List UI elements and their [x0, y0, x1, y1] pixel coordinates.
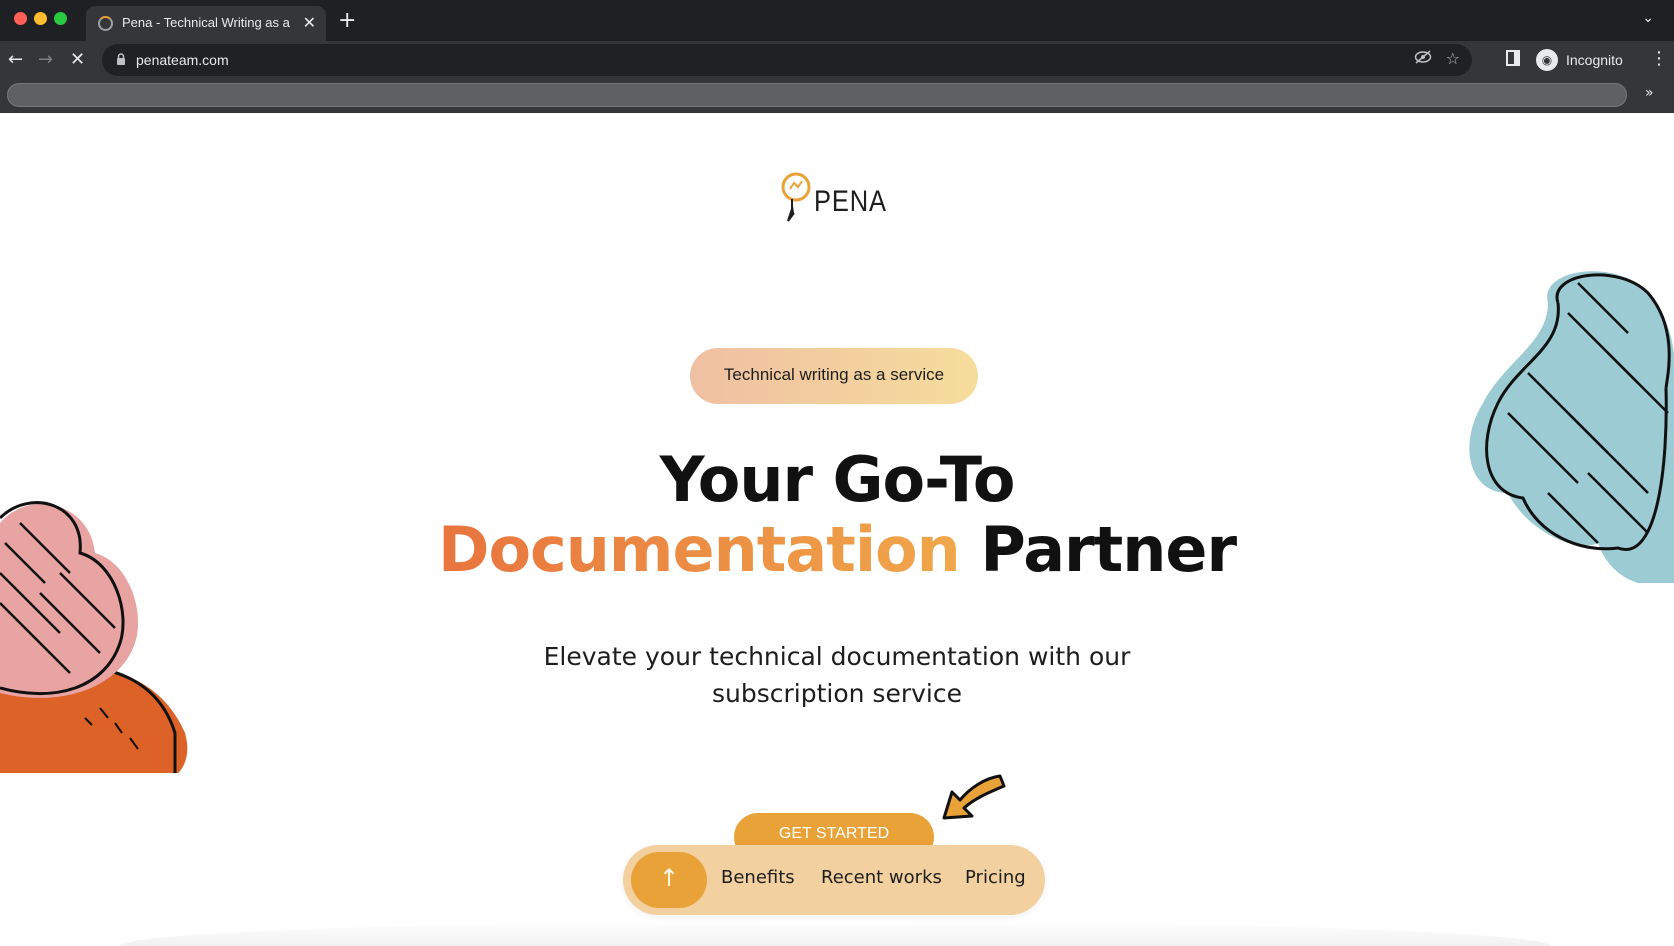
subhead-line-2: subscription service — [712, 679, 962, 708]
close-window-button[interactable] — [14, 12, 27, 25]
stop-loading-button[interactable]: ✕ — [70, 49, 85, 70]
hero-subheading: Elevate your technical documentation wit… — [0, 638, 1674, 712]
new-tab-button[interactable]: + — [338, 8, 356, 33]
pena-logo[interactable]: PENA — [780, 169, 890, 229]
headline-accent-word: Documentation — [437, 513, 961, 586]
minimize-window-button[interactable] — [34, 12, 47, 25]
tracking-protection-icon[interactable] — [1414, 50, 1432, 68]
headline-line-1: Your Go-To — [659, 443, 1016, 516]
browser-tab[interactable]: Pena - Technical Writing as a Service ✕ — [86, 6, 326, 41]
tab-search-icon[interactable]: ⌄ — [1642, 10, 1654, 26]
nav-link-benefits[interactable]: Benefits — [721, 867, 795, 888]
bookmarks-bar: » — [0, 79, 1674, 113]
arrow-doodle-icon — [942, 774, 1006, 820]
get-started-label: GET STARTED — [778, 825, 890, 842]
close-tab-icon[interactable]: ✕ — [303, 13, 316, 32]
service-badge: Technical writing as a service — [690, 348, 978, 404]
next-section-edge — [120, 921, 1550, 946]
page-viewport: PENA Technical writing as a service Your… — [0, 113, 1674, 946]
incognito-icon: ◉ — [1536, 49, 1558, 71]
browser-toolbar: ← → ✕ penateam.com ☆ ◉ Incognito ⋮ — [0, 41, 1674, 79]
up-arrow-icon: ↑ — [658, 864, 680, 892]
url-text[interactable]: penateam.com — [136, 52, 229, 68]
lightbulb-pen-logo-icon — [781, 172, 811, 222]
loading-spinner-icon — [98, 16, 113, 31]
nav-link-recent-works[interactable]: Recent works — [821, 867, 942, 888]
side-panel-icon[interactable] — [1506, 50, 1520, 66]
scroll-to-top-button[interactable]: ↑ — [631, 852, 707, 908]
browser-tab-bar: Pena - Technical Writing as a Service ✕ … — [0, 0, 1674, 41]
headline-line-2-rest: Partner — [980, 513, 1237, 586]
hero-headline: Your Go-To Documentation Partner — [0, 445, 1674, 585]
forward-button[interactable]: → — [38, 49, 53, 70]
logo-text: PENA — [814, 185, 887, 218]
loading-placeholder-bar — [7, 83, 1627, 107]
maximize-window-button[interactable] — [54, 12, 67, 25]
address-bar[interactable]: penateam.com ☆ — [102, 44, 1472, 76]
bookmark-star-icon[interactable]: ☆ — [1446, 49, 1460, 68]
lock-icon[interactable] — [116, 53, 126, 68]
floating-nav-dock: ↑ Benefits Recent works Pricing — [623, 845, 1045, 915]
back-button[interactable]: ← — [8, 49, 23, 70]
nav-link-pricing[interactable]: Pricing — [965, 867, 1026, 888]
subhead-line-1: Elevate your technical documentation wit… — [543, 642, 1131, 671]
bookmarks-overflow-icon[interactable]: » — [1645, 85, 1654, 101]
tab-title: Pena - Technical Writing as a Service — [122, 15, 292, 30]
browser-menu-icon[interactable]: ⋮ — [1650, 48, 1668, 69]
badge-text: Technical writing as a service — [723, 365, 945, 384]
profile-label: Incognito — [1566, 52, 1623, 68]
